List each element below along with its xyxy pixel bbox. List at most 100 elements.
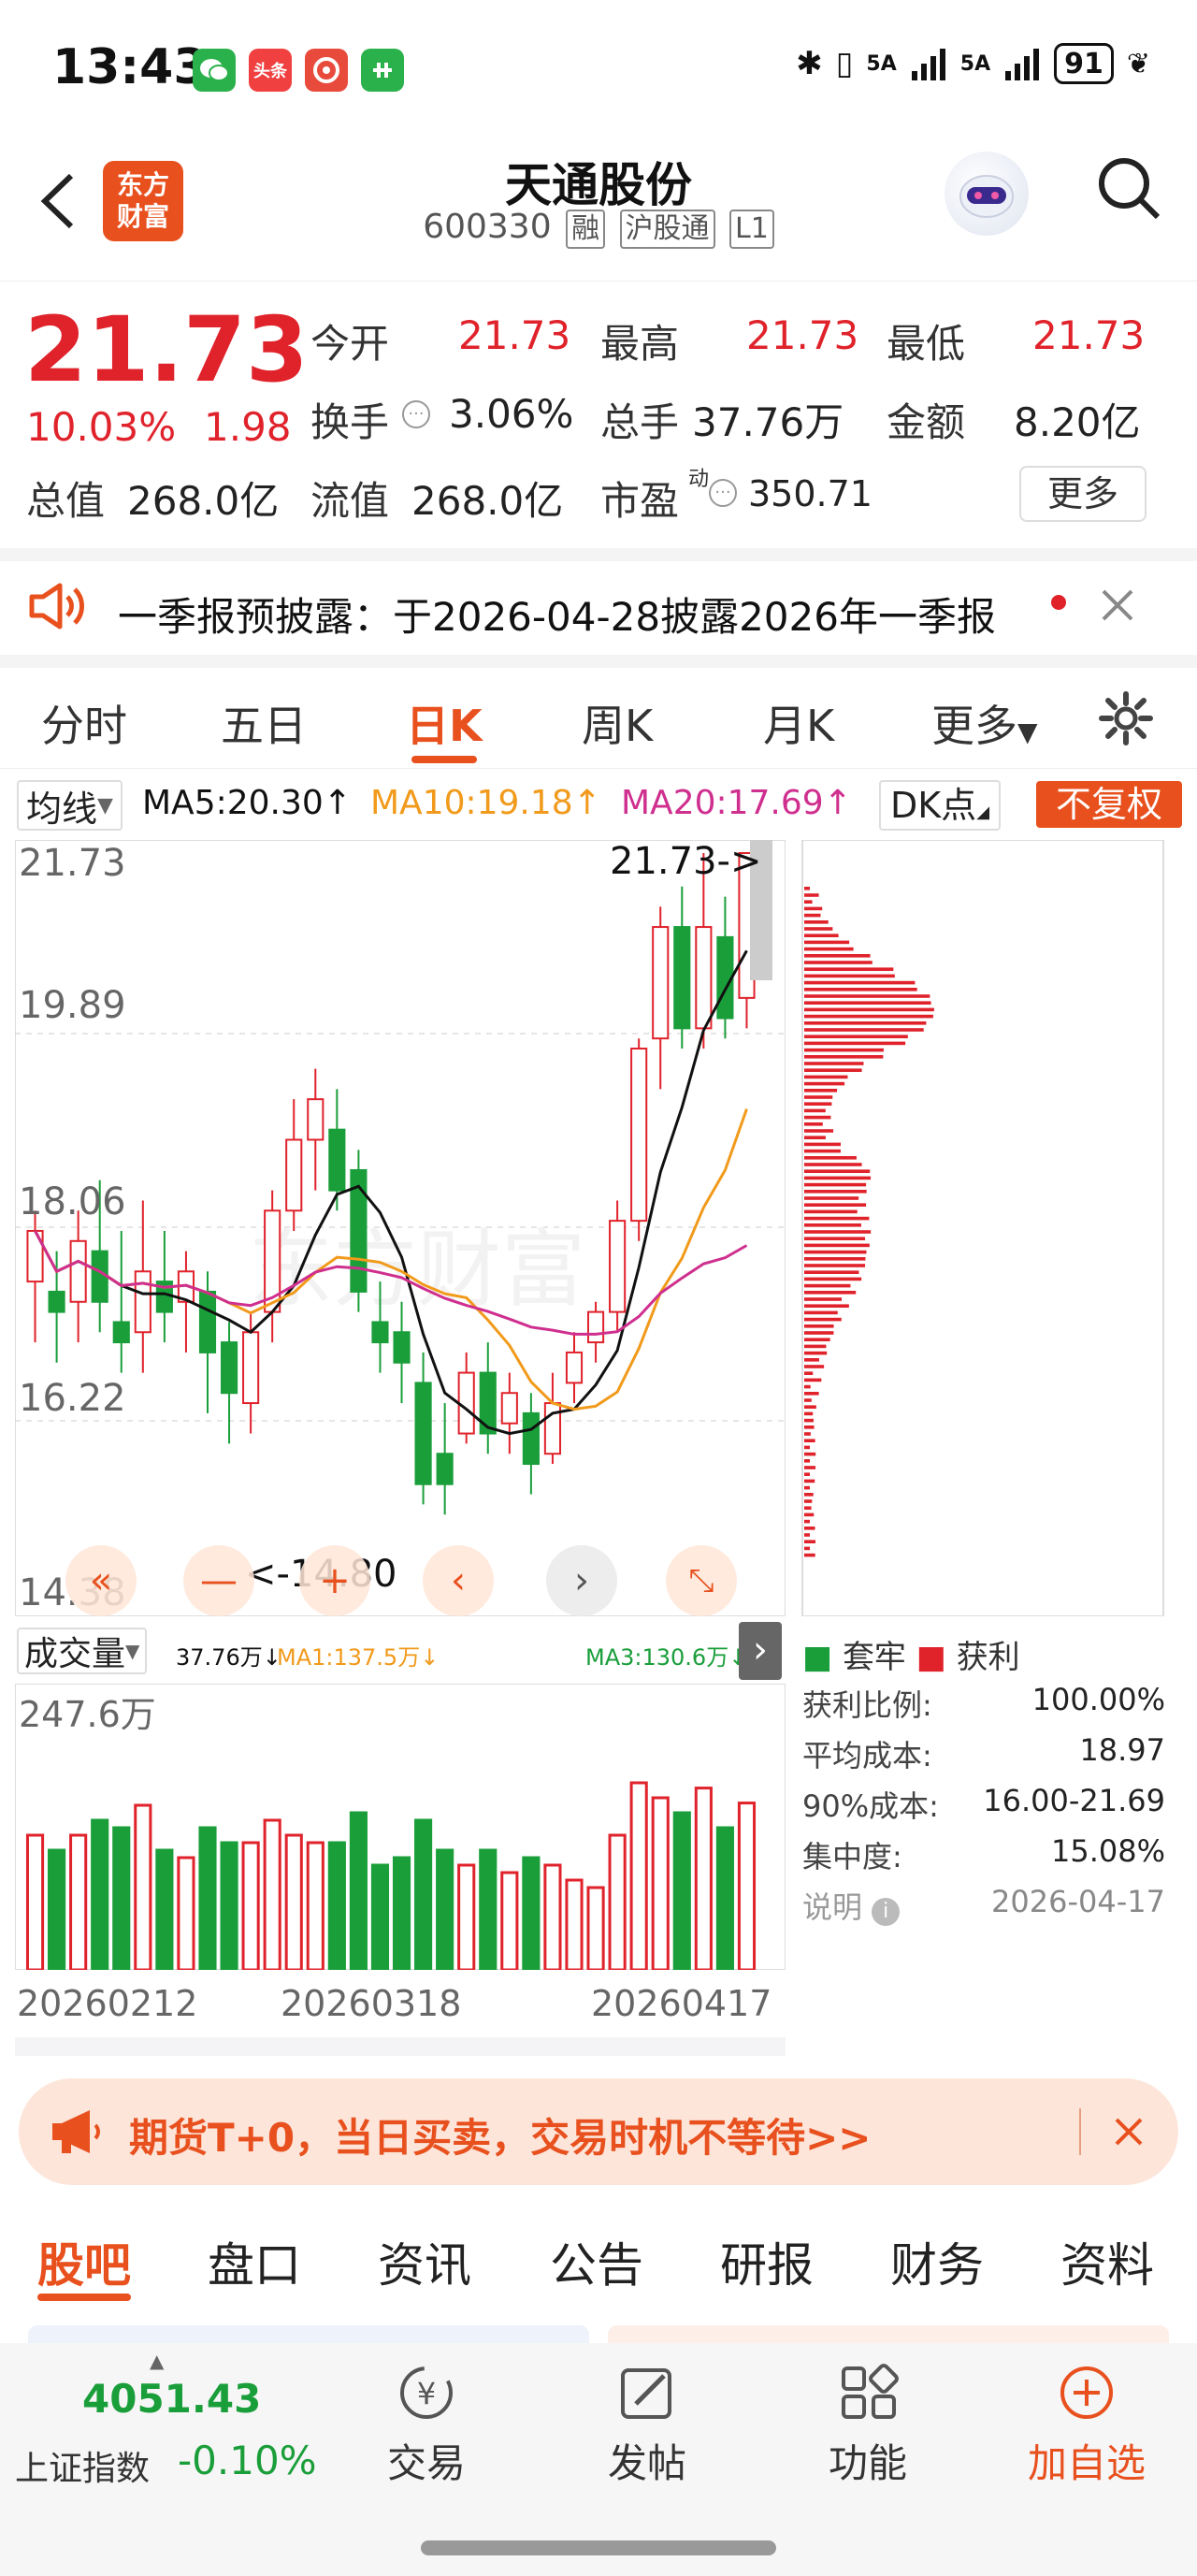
close-icon[interactable] [1094, 582, 1141, 629]
promo-close-icon[interactable] [1109, 2112, 1148, 2151]
chip-bar [804, 1081, 845, 1086]
volume-bar [370, 1863, 390, 1970]
trade-button[interactable]: ¥ 交易 [378, 2363, 475, 2489]
candle-body [48, 1290, 65, 1313]
y-tick-2: 19.89 [19, 984, 126, 1027]
zoom-in-button[interactable]: + [299, 1545, 370, 1616]
prev-button[interactable]: ‹ [423, 1545, 494, 1616]
chip-bar [804, 1062, 864, 1065]
function-label: 功能 [828, 2440, 907, 2486]
signal-icon [911, 49, 945, 80]
tab-daily-k[interactable]: 日K [406, 692, 483, 754]
chip-bar [804, 1230, 872, 1234]
home-indicator[interactable] [421, 2540, 776, 2555]
chip-bar [804, 1243, 870, 1248]
tab-minute[interactable]: 分时 [41, 692, 127, 754]
next-button[interactable]: › [546, 1545, 617, 1616]
chip-bar [804, 1533, 810, 1537]
speaker-icon [26, 580, 90, 632]
function-button[interactable]: 功能 [819, 2363, 916, 2489]
fullscreen-icon[interactable]: ⤡ [666, 1545, 737, 1616]
explain-link[interactable]: 说明 i [802, 1884, 901, 1927]
scroll-left-fast-button[interactable]: « [65, 1545, 137, 1616]
vol-ma3-legend: MA3:130.6万↓ [585, 1639, 747, 1672]
chip-bar [804, 1277, 862, 1281]
add-watchlist-button[interactable]: 加自选 [1021, 2363, 1152, 2489]
tab-more[interactable]: 更多▼ [931, 692, 1038, 754]
chip-bar [804, 1317, 842, 1322]
app-icon [305, 49, 348, 92]
post-button[interactable]: 发帖 [598, 2363, 696, 2489]
tab-monthly-k[interactable]: 月K [763, 692, 834, 754]
chip-bar [804, 1089, 838, 1093]
app-icon-2 [361, 49, 404, 92]
tab-profile[interactable]: 资料 [1060, 2228, 1154, 2295]
chart-footer [15, 2037, 786, 2056]
chip-bar [804, 1365, 825, 1368]
settings-gear-icon[interactable] [1096, 688, 1156, 748]
chip-bar [804, 1297, 843, 1301]
pe-label: 市盈 [600, 478, 680, 524]
change-amt: 1.98 [204, 404, 292, 450]
chip-bar [804, 1203, 867, 1207]
candle-body [220, 1341, 238, 1395]
chip-bar [804, 1392, 819, 1396]
more-button[interactable]: 更多 [1019, 466, 1147, 522]
chip-bar [804, 1291, 857, 1295]
status-time: 13:43 [52, 39, 208, 95]
vol-value: 37.76万 [176, 1644, 263, 1671]
chip-bar [804, 1115, 831, 1120]
volume-bar [436, 1848, 454, 1970]
info-icon[interactable]: ··· [402, 400, 430, 428]
grid-icon [842, 2364, 899, 2419]
zoom-out-button[interactable]: — [183, 1545, 254, 1616]
divider [0, 548, 1197, 561]
info-icon-2[interactable]: ··· [709, 479, 737, 507]
pe-value: 350.71 [748, 473, 873, 514]
chip-bar [804, 1512, 815, 1517]
candle-body [522, 1411, 540, 1466]
dk-button[interactable]: DK点◢ [879, 780, 1002, 831]
tab-pankou[interactable]: 盘口 [208, 2228, 301, 2295]
volume-select[interactable]: 成交量 ▼ [17, 1628, 148, 1674]
tab-more-label: 更多 [931, 701, 1017, 751]
tab-finance[interactable]: 财务 [890, 2228, 984, 2295]
tab-guba[interactable]: 股吧 [37, 2228, 131, 2295]
tab-news[interactable]: 资讯 [378, 2228, 471, 2295]
volume-bar [392, 1856, 411, 1970]
chip-bar [804, 1405, 816, 1409]
fuquan-button[interactable]: 不复权 [1036, 781, 1182, 828]
chip-bar [804, 1209, 858, 1214]
total-mv-label: 总值 [26, 478, 106, 524]
ma20-value: MA20:17.69 [621, 784, 824, 822]
volume-bar [672, 1811, 691, 1970]
tab-weekly-k[interactable]: 周K [582, 692, 653, 754]
tab-announcements[interactable]: 公告 [550, 2228, 643, 2295]
chip-bar [804, 1540, 815, 1543]
profit-ratio-value: 100.00% [1031, 1682, 1165, 1717]
chip-bar [804, 1035, 908, 1038]
volume-bar [220, 1841, 238, 1970]
search-icon[interactable] [1092, 152, 1167, 226]
expand-arrow-button[interactable]: › [739, 1622, 782, 1680]
volume-bar [694, 1787, 713, 1970]
ma10-legend: MA10:19.18↑ [370, 784, 601, 822]
bluetooth-icon: ✱ [796, 45, 823, 82]
cost90-value: 16.00-21.69 [983, 1783, 1165, 1818]
high-label: 最高 [600, 321, 680, 367]
robot-avatar[interactable] [945, 152, 1029, 236]
chip-bar [804, 1499, 813, 1503]
kline-chart[interactable]: 东方财富 [15, 840, 786, 1616]
ma-select[interactable]: 均线 ▼ [17, 780, 123, 831]
chip-bar [804, 1257, 866, 1261]
chip-bar [804, 1129, 834, 1133]
turnover-value: 3.06% [449, 391, 574, 437]
volume-bar [25, 1833, 45, 1970]
chip-bar [804, 1479, 815, 1483]
megaphone-icon [47, 2105, 107, 2159]
volume-bar [651, 1796, 670, 1970]
tab-research[interactable]: 研报 [720, 2228, 814, 2295]
tab-5day[interactable]: 五日 [221, 692, 307, 754]
index-name[interactable]: 上证指数 [15, 2441, 150, 2490]
index-value[interactable]: 4051.43 [82, 2376, 261, 2422]
